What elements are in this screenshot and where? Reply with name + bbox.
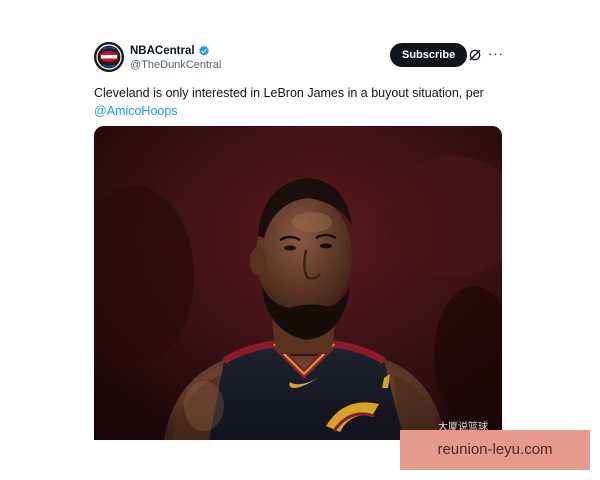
author-info: NBACentral @TheDunkCentral: [130, 43, 221, 72]
verified-badge-icon: [198, 45, 209, 56]
avatar[interactable]: [94, 42, 124, 72]
nba-central-logo-icon: [94, 42, 124, 72]
tweet-header: NBACentral @TheDunkCentral Subscribe ···: [94, 40, 504, 76]
page: NBACentral @TheDunkCentral Subscribe ···…: [0, 0, 600, 480]
more-options-icon[interactable]: ···: [488, 47, 504, 61]
player-photo: [94, 126, 502, 440]
watermark-banner: reunion-leyu.com: [400, 430, 590, 470]
author-name-row: NBACentral: [130, 43, 221, 58]
tweet-text: Cleveland is only interested in LeBron J…: [94, 84, 502, 120]
tweet-body: Cleveland is only interested in LeBron J…: [94, 86, 484, 100]
tweet-media-photo[interactable]: [94, 126, 502, 440]
mention-link[interactable]: @AmicoHoops: [94, 104, 178, 118]
tweet-card: NBACentral @TheDunkCentral Subscribe ···…: [94, 40, 504, 440]
grok-icon[interactable]: [468, 48, 482, 62]
author-handle[interactable]: @TheDunkCentral: [130, 59, 221, 71]
display-name[interactable]: NBACentral: [130, 45, 195, 57]
subscribe-button[interactable]: Subscribe: [390, 43, 468, 67]
